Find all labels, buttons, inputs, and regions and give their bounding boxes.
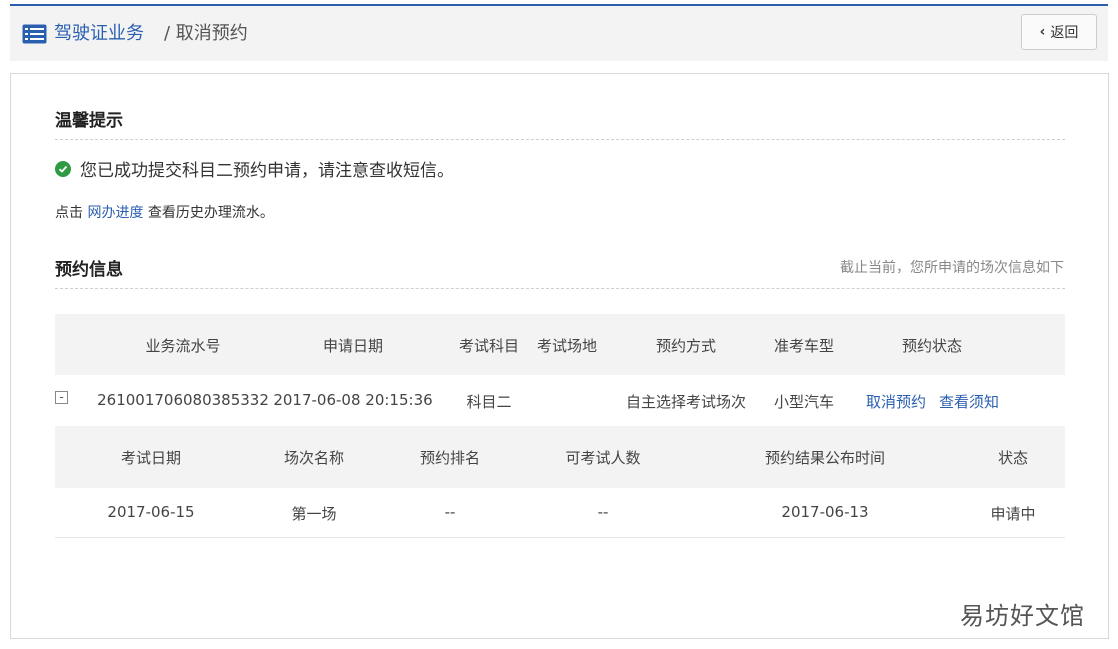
serial-number: 261001706080385332 bbox=[97, 391, 269, 409]
back-button[interactable]: ‹ 返回 bbox=[1021, 14, 1097, 50]
column-header-session-name: 场次名称 bbox=[283, 449, 345, 467]
hint-prefix: 点击 bbox=[55, 205, 83, 221]
column-header-apply-date: 申请日期 bbox=[322, 337, 384, 355]
column-header-vehicle: 准考车型 bbox=[773, 337, 835, 355]
exam-subject: 科目二 bbox=[466, 393, 512, 411]
booking-rank: -- bbox=[444, 503, 456, 521]
exam-capacity: -- bbox=[597, 503, 609, 521]
hint-suffix: 查看历史办理流水。 bbox=[147, 205, 274, 221]
column-header-session-status: 状态 bbox=[997, 449, 1029, 467]
booking-section-divider bbox=[55, 288, 1065, 289]
vehicle-type: 小型汽车 bbox=[773, 393, 835, 411]
tip-section-divider bbox=[55, 139, 1065, 140]
column-header-status: 预约状态 bbox=[901, 337, 963, 355]
collapse-row-toggle[interactable]: - bbox=[55, 391, 68, 404]
chevron-left-icon: ‹ bbox=[1039, 24, 1046, 40]
breadcrumb-link-license-service[interactable]: 驾驶证业务 bbox=[54, 20, 144, 48]
online-progress-link[interactable]: 网办进度 bbox=[87, 205, 143, 221]
exam-date: 2017-06-15 bbox=[107, 503, 195, 521]
booking-section-title: 预约信息 bbox=[55, 260, 123, 280]
progress-hint: 点击 网办进度 查看历史办理流水。 bbox=[55, 202, 274, 222]
back-button-label: 返回 bbox=[1050, 25, 1079, 41]
content-panel: 温馨提示 您已成功提交科目二预约申请，请注意查收短信。 点击 网办进度 查看历史… bbox=[10, 73, 1109, 639]
view-notice-link[interactable]: 查看须知 bbox=[939, 391, 999, 412]
column-header-rank: 预约排名 bbox=[419, 449, 481, 467]
booking-table-header: 业务流水号 申请日期 考试科目 考试场地 预约方式 准考车型 预约状态 bbox=[55, 314, 1065, 375]
column-header-venue: 考试场地 bbox=[536, 337, 598, 355]
booking-method: 自主选择考试场次 bbox=[625, 393, 747, 411]
cancel-booking-link[interactable]: 取消预约 bbox=[866, 391, 926, 412]
breadcrumb-current-page: / 取消预约 bbox=[164, 23, 248, 44]
page-header: 驾驶证业务 / 取消预约 ‹ 返回 bbox=[10, 6, 1108, 61]
apply-date: 2017-06-08 20:15:36 bbox=[273, 391, 433, 409]
column-header-capacity: 可考试人数 bbox=[565, 449, 641, 467]
success-message-row: 您已成功提交科目二预约申请，请注意查收短信。 bbox=[55, 156, 454, 181]
tip-section-title: 温馨提示 bbox=[55, 111, 123, 131]
booking-section-note: 截止当前，您所申请的场次信息如下 bbox=[840, 260, 1064, 276]
column-header-method: 预约方式 bbox=[655, 337, 717, 355]
watermark: 易坊好文馆 bbox=[960, 602, 1085, 630]
list-icon bbox=[22, 24, 47, 44]
column-header-publish-time: 预约结果公布时间 bbox=[764, 449, 886, 467]
session-status: 申请中 bbox=[990, 505, 1036, 523]
column-header-subject: 考试科目 bbox=[458, 337, 520, 355]
publish-date: 2017-06-13 bbox=[781, 503, 869, 521]
check-circle-icon bbox=[55, 160, 71, 177]
success-message: 您已成功提交科目二预约申请，请注意查收短信。 bbox=[80, 161, 454, 181]
column-header-serial: 业务流水号 bbox=[145, 337, 221, 355]
column-header-exam-date: 考试日期 bbox=[120, 449, 182, 467]
session-table-header: 考试日期 场次名称 预约排名 可考试人数 预约结果公布时间 状态 bbox=[55, 426, 1065, 488]
session-name: 第一场 bbox=[291, 505, 337, 523]
table-bottom-divider bbox=[55, 537, 1065, 538]
